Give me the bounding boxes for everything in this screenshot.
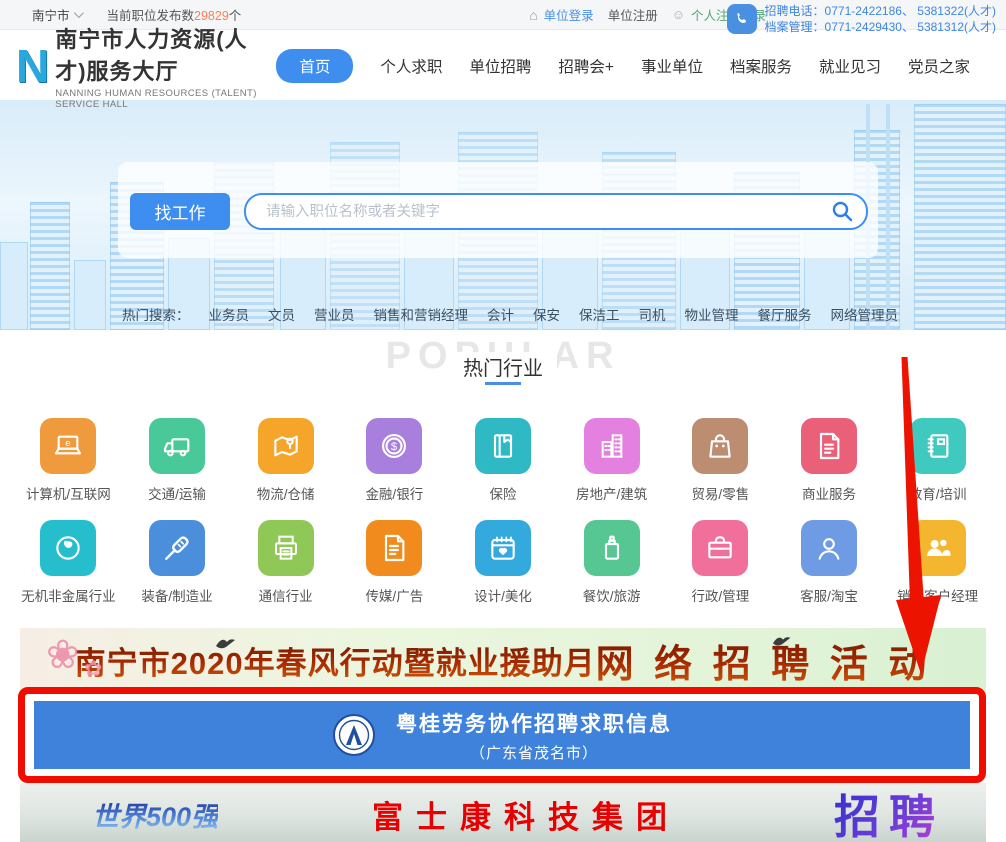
industry-insurance[interactable]: 保险 — [449, 418, 558, 503]
page: 南宁市 当前职位发布数29829个 ⌂ 单位登录 单位注册 ☺ 个人注册登录 招… — [0, 0, 1006, 842]
svg-text:e: e — [66, 438, 71, 448]
section-title: 热门行业 — [449, 352, 557, 381]
swallow-icon — [772, 634, 796, 649]
foxconn-name-text: 富士康科技集团 — [218, 792, 834, 837]
industry-trade-retail[interactable]: 贸易/零售 — [666, 418, 775, 503]
book-icon — [475, 418, 531, 474]
headset-person-icon — [801, 520, 857, 576]
industry-customer-service[interactable]: 客服/淘宝 — [775, 520, 884, 605]
hot-term[interactable]: 餐厅服务 — [758, 304, 812, 324]
industry-equipment-manufacturing[interactable]: 装备/制造业 — [123, 520, 232, 605]
globe-icon — [40, 520, 96, 576]
document-icon — [801, 418, 857, 474]
fortune500-text: 世界500强 — [92, 795, 218, 834]
hot-term[interactable]: 文员 — [268, 304, 295, 324]
site-subtitle: NANNING HUMAN RESOURCES (TALENT) SERVICE… — [55, 88, 276, 110]
find-job-button[interactable]: 找工作 — [130, 193, 230, 230]
spring-action-banner[interactable]: ❀ ✿ 南宁市2020年春风行动暨就业援助月 网 络 招 聘 活 动 — [20, 628, 986, 692]
archive-phone: 档案管理：0771-2429430、 5381312(人才) — [765, 19, 996, 35]
industry-business-service[interactable]: 商业服务 — [775, 418, 884, 503]
industry-computer-internet[interactable]: e 计算机/互联网 — [14, 418, 123, 503]
foxconn-banner[interactable]: 世界500强 富士康科技集团 招聘 — [20, 783, 986, 842]
industry-nonmetal[interactable]: 无机非金属行业 — [14, 520, 123, 605]
industries-grid: e 计算机/互联网 交通/运输 物流/仓储 $ 金融/银行 保险 — [14, 418, 992, 605]
industry-real-estate[interactable]: 房地产/建筑 — [557, 418, 666, 503]
nav-archive-service[interactable]: 档案服务 — [730, 55, 792, 77]
spring-banner-text: 南宁市2020年春风行动暨就业援助月 — [75, 638, 596, 683]
industry-sales-account-manager[interactable]: 销售客户经理 — [883, 520, 992, 605]
person-icon: ☺ — [672, 7, 685, 22]
bottle-icon — [584, 520, 640, 576]
truck-icon — [149, 418, 205, 474]
hot-term[interactable]: 保安 — [533, 304, 560, 324]
industry-logistics[interactable]: 物流/仓储 — [231, 418, 340, 503]
logo-mark-icon: N — [16, 43, 47, 89]
industry-telecom[interactable]: 通信行业 — [231, 520, 340, 605]
nav-personal-jobs[interactable]: 个人求职 — [380, 55, 442, 77]
hot-term[interactable]: 销售和营销经理 — [374, 304, 469, 324]
hot-search-row: 热门搜索： 业务员 文员 营业员 销售和营销经理 会计 保安 保洁工 司机 物业… — [122, 304, 898, 324]
hot-term[interactable]: 保洁工 — [579, 304, 620, 324]
shopping-bag-icon — [692, 418, 748, 474]
phone-icon — [727, 4, 757, 34]
yuegui-banner-subtitle: （广东省茂名市） — [396, 742, 672, 763]
emblem-icon — [332, 713, 376, 757]
recruit-phone: 招聘电话：0771-2422186、 5381322(人才) — [765, 3, 996, 19]
site-header: N 南宁市人力资源(人才)服务大厅 NANNING HUMAN RESOURCE… — [0, 31, 1006, 100]
hot-search-label: 热门搜索： — [122, 304, 190, 324]
document-lines-icon — [366, 520, 422, 576]
industry-catering-travel[interactable]: 餐饮/旅游 — [557, 520, 666, 605]
site-title: 南宁市人力资源(人才)服务大厅 — [55, 22, 276, 86]
home-icon: ⌂ — [529, 7, 537, 23]
yuegui-banner-title: 粤桂劳务协作招聘求职信息 — [396, 708, 672, 738]
hot-term[interactable]: 业务员 — [209, 304, 250, 324]
nav-job-fair[interactable]: 招聘会+ — [558, 55, 614, 77]
highlight-red-box: 粤桂劳务协作招聘求职信息 （广东省茂名市） — [18, 687, 986, 783]
swallow-icon — [215, 636, 241, 652]
chevron-down-icon — [73, 8, 83, 18]
buildings-icon — [584, 418, 640, 474]
hot-term[interactable]: 会计 — [487, 304, 514, 324]
section-underline — [485, 382, 521, 385]
industry-transport[interactable]: 交通/运输 — [123, 418, 232, 503]
yuegui-banner[interactable]: 粤桂劳务协作招聘求职信息 （广东省茂名市） — [34, 701, 970, 769]
coin-dollar-icon: $ — [366, 418, 422, 474]
industry-design[interactable]: 设计/美化 — [449, 520, 558, 605]
hot-term[interactable]: 营业员 — [314, 304, 355, 324]
industry-media-ads[interactable]: 传媒/广告 — [340, 520, 449, 605]
industry-education[interactable]: 教育/培训 — [883, 418, 992, 503]
unit-register-link[interactable]: 单位注册 — [608, 5, 658, 24]
hot-term[interactable]: 物业管理 — [685, 304, 739, 324]
nav-unit-recruit[interactable]: 单位招聘 — [469, 55, 531, 77]
contact-phones: 招聘电话：0771-2422186、 5381322(人才) 档案管理：0771… — [727, 3, 996, 35]
map-pin-icon — [258, 418, 314, 474]
magnifier-icon[interactable] — [830, 199, 854, 228]
hot-term[interactable]: 司机 — [639, 304, 666, 324]
tool-icon — [149, 520, 205, 576]
fax-icon — [258, 520, 314, 576]
hot-term[interactable]: 网络管理员 — [831, 304, 899, 324]
nav-internship[interactable]: 就业见习 — [819, 55, 881, 77]
job-search-input[interactable] — [244, 193, 868, 230]
site-logo[interactable]: N 南宁市人力资源(人才)服务大厅 NANNING HUMAN RESOURCE… — [16, 22, 276, 110]
nav-public-institution[interactable]: 事业单位 — [641, 55, 703, 77]
flower-icon: ✿ — [84, 656, 102, 682]
industry-admin-management[interactable]: 行政/管理 — [666, 520, 775, 605]
spring-banner-emphasis: 网 络 招 聘 活 动 — [596, 633, 932, 688]
notebook-icon — [910, 418, 966, 474]
nav-party-home[interactable]: 党员之家 — [908, 55, 970, 77]
nav-home[interactable]: 首页 — [276, 49, 353, 83]
industry-finance[interactable]: $ 金融/银行 — [340, 418, 449, 503]
briefcase-icon — [692, 520, 748, 576]
unit-login-link[interactable]: 单位登录 — [544, 5, 594, 24]
main-nav: 首页 个人求职 单位招聘 招聘会+ 事业单位 档案服务 就业见习 党员之家 — [276, 49, 970, 83]
svg-text:$: $ — [391, 441, 398, 453]
calendar-heart-icon — [475, 520, 531, 576]
flower-icon: ❀ — [46, 632, 80, 678]
recruiting-text: 招聘 — [834, 783, 944, 842]
laptop-icon: e — [40, 418, 96, 474]
industries-section-heading: POPULAR 热门行业 — [0, 333, 1006, 393]
hero-banner: 找工作 热门搜索： 业务员 文员 营业员 销售和营销经理 会计 保安 保洁工 司… — [0, 100, 1006, 330]
people-icon — [910, 520, 966, 576]
